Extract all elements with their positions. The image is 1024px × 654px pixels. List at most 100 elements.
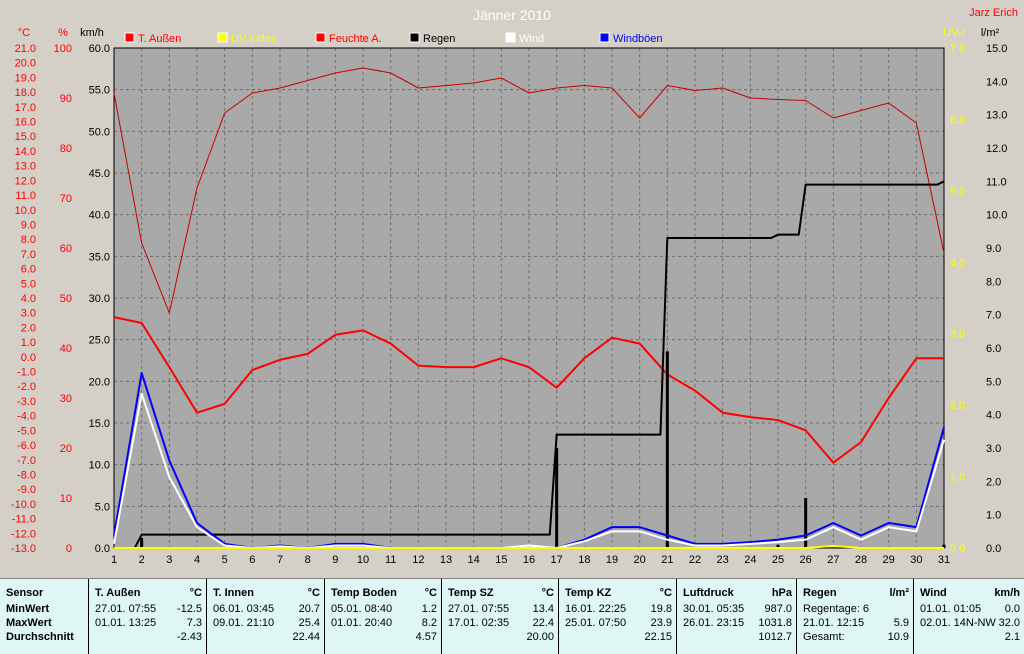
temp-tick-label: -2.0 bbox=[17, 381, 36, 393]
stats-cell-value: -2.43 bbox=[176, 631, 202, 643]
temp-tick-label: 13.0 bbox=[15, 161, 36, 173]
stats-cell-label: 01.01. 01:05 bbox=[920, 603, 982, 615]
x-tick-label: 18 bbox=[578, 554, 590, 566]
temp-tick-label: 19.0 bbox=[15, 72, 36, 84]
wind-unit-label: km/h bbox=[80, 27, 104, 39]
legend-label: Wind bbox=[519, 33, 544, 45]
stats-cell-value: 23.9 bbox=[650, 617, 672, 629]
x-tick-label: 17 bbox=[551, 554, 563, 566]
stats-header-unit: °C bbox=[424, 587, 437, 599]
stats-row: -2.43 bbox=[95, 631, 202, 645]
stats-column: Temp Boden °C 05.01. 08:40 1.2 01.01. 20:40 8… bbox=[324, 579, 441, 654]
stats-header-unit: °C bbox=[307, 587, 320, 599]
stats-cell-value: 13.4 bbox=[532, 603, 554, 615]
stats-row: 22.15 bbox=[565, 631, 672, 645]
stats-row: Gesamt: 10.9 bbox=[803, 631, 909, 645]
legend-label: UV Index bbox=[231, 33, 277, 45]
stats-header-unit: km/h bbox=[994, 587, 1020, 599]
legend-swatch bbox=[505, 32, 516, 43]
stats-cell-value: 19.8 bbox=[650, 603, 672, 615]
rain-tick-label: 12.0 bbox=[986, 143, 1007, 155]
temp-tick-label: -5.0 bbox=[17, 425, 36, 437]
rain-tick-label: 15.0 bbox=[986, 43, 1007, 55]
stats-header: Sensor bbox=[6, 587, 84, 603]
stats-cell-label: MaxWert bbox=[6, 617, 52, 629]
humidity-tick-label: 30 bbox=[60, 393, 72, 405]
stats-column: Sensor MinWert MaxWert Durchschnitt bbox=[0, 579, 88, 654]
x-tick-label: 23 bbox=[717, 554, 729, 566]
humidity-tick-label: 10 bbox=[60, 493, 72, 505]
humidity-tick-label: 100 bbox=[54, 43, 72, 55]
rain-unit-label: l/m² bbox=[981, 27, 1000, 39]
stats-cell-label: 27.01. 07:55 bbox=[95, 603, 157, 615]
uv-tick-label: 6.0 bbox=[950, 114, 965, 126]
humidity-tick-label: 0 bbox=[66, 543, 72, 555]
x-tick-label: 22 bbox=[689, 554, 701, 566]
stats-cell-label: 17.01. 02:35 bbox=[448, 617, 510, 629]
temp-tick-label: 20.0 bbox=[15, 58, 36, 70]
temp-tick-label: -4.0 bbox=[17, 411, 36, 423]
stats-row: 21.01. 12:15 5.9 bbox=[803, 617, 909, 631]
legend-label: Feuchte A. bbox=[329, 33, 382, 45]
stats-header-title: Luftdruck bbox=[683, 587, 734, 599]
stats-cell-label: 02.01. 14N-NW bbox=[920, 617, 996, 629]
humidity-unit-label: % bbox=[58, 27, 68, 39]
stats-header: Temp Boden °C bbox=[331, 587, 437, 603]
x-tick-label: 15 bbox=[495, 554, 507, 566]
humidity-tick-label: 80 bbox=[60, 143, 72, 155]
humidity-tick-label: 40 bbox=[60, 343, 72, 355]
stats-header: Luftdruck hPa bbox=[683, 587, 792, 603]
rain-tick-label: 13.0 bbox=[986, 110, 1007, 122]
stats-cell-value: 1.2 bbox=[421, 603, 437, 615]
humidity-tick-label: 60 bbox=[60, 243, 72, 255]
rain-tick-label: 2.0 bbox=[986, 476, 1001, 488]
stats-row: 27.01. 07:55 13.4 bbox=[448, 603, 554, 617]
wind-tick-label: 0.0 bbox=[95, 543, 110, 555]
x-tick-label: 16 bbox=[523, 554, 535, 566]
humidity-tick-label: 50 bbox=[60, 293, 72, 305]
x-tick-label: 30 bbox=[910, 554, 922, 566]
stats-cell-value: 7.3 bbox=[186, 617, 202, 629]
temp-tick-label: -10.0 bbox=[11, 499, 36, 511]
x-tick-label: 26 bbox=[800, 554, 812, 566]
stats-row: 06.01. 03:45 20.7 bbox=[213, 603, 320, 617]
stats-row: 02.01. 14N-NW 32.0 bbox=[920, 617, 1020, 631]
stats-cell-label: MinWert bbox=[6, 603, 50, 615]
stats-cell-label: 27.01. 07:55 bbox=[448, 603, 510, 615]
legend: T. Außen UV Index Feuchte A. Regen Wind Windb… bbox=[124, 32, 663, 45]
stats-column: Wind km/h 01.01. 01:05 0.0 02.01. 14N-NW 32.0… bbox=[913, 579, 1024, 654]
rain-tick-label: 8.0 bbox=[986, 276, 1001, 288]
x-tick-label: 24 bbox=[744, 554, 756, 566]
stats-cell-value: 20.00 bbox=[526, 631, 554, 643]
stats-row: 20.00 bbox=[448, 631, 554, 645]
stats-header-title: Wind bbox=[920, 587, 947, 599]
temp-tick-label: 6.0 bbox=[21, 264, 36, 276]
stats-row: 01.01. 20:40 8.2 bbox=[331, 617, 437, 631]
stats-cell-label: 21.01. 12:15 bbox=[803, 617, 865, 629]
legend-label: T. Außen bbox=[138, 33, 181, 45]
wind-tick-label: 5.0 bbox=[95, 501, 110, 513]
x-tick-label: 13 bbox=[440, 554, 452, 566]
legend-swatch bbox=[315, 32, 326, 43]
stats-header-title: Regen bbox=[803, 587, 837, 599]
x-tick-label: 31 bbox=[938, 554, 950, 566]
stats-row: 4.57 bbox=[331, 631, 437, 645]
x-tick-label: 27 bbox=[827, 554, 839, 566]
stats-header-title: Sensor bbox=[6, 587, 44, 599]
x-tick-label: 12 bbox=[412, 554, 424, 566]
stats-row: 22.44 bbox=[213, 631, 320, 645]
wind-tick-label: 20.0 bbox=[89, 376, 110, 388]
stats-column: Regen l/m² Regentage: 6 21.01. 12:15 5.9 Gesa… bbox=[796, 579, 913, 654]
x-tick-label: 11 bbox=[385, 554, 396, 566]
uv-tick-label: 2.0 bbox=[950, 400, 965, 412]
stats-column: Luftdruck hPa 30.01. 05:35 987.0 26.01. 23:1… bbox=[676, 579, 796, 654]
stats-cell-value: 20.7 bbox=[298, 603, 320, 615]
rain-tick-label: 9.0 bbox=[986, 243, 1001, 255]
x-tick-label: 29 bbox=[883, 554, 895, 566]
temp-tick-label: -12.0 bbox=[11, 528, 36, 540]
stats-row: 16.01. 22:25 19.8 bbox=[565, 603, 672, 617]
legend-swatch bbox=[599, 32, 610, 43]
wind-tick-label: 10.0 bbox=[89, 460, 110, 472]
stats-cell-label: Durchschnitt bbox=[6, 631, 74, 643]
x-tick-label: 5 bbox=[222, 554, 228, 566]
